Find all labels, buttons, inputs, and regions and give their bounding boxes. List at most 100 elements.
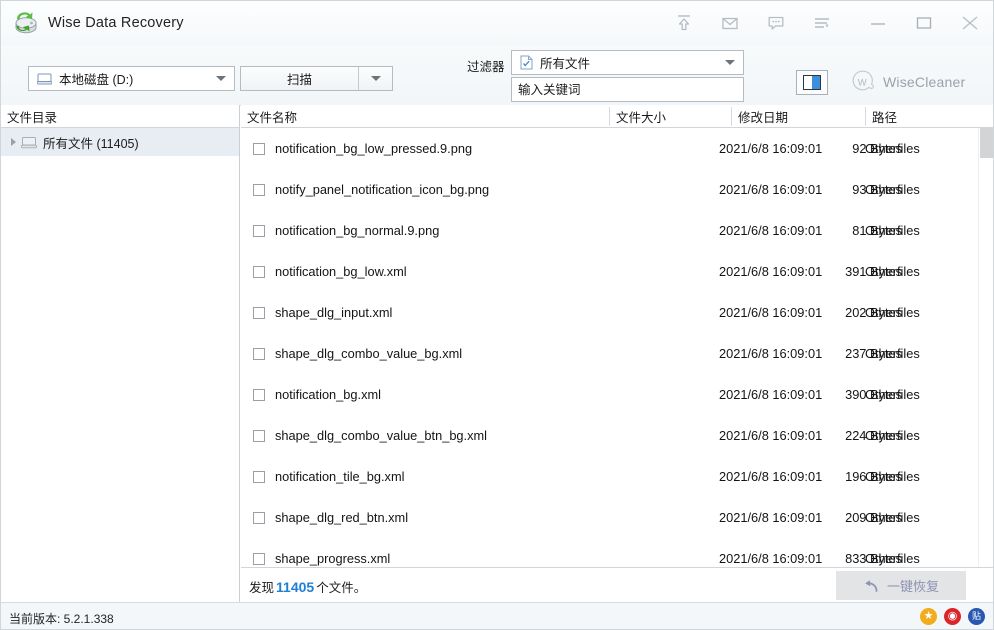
cell-path: Otherfiles bbox=[865, 223, 920, 238]
file-name-label: shape_dlg_combo_value_bg.xml bbox=[275, 346, 462, 361]
cell-modified-date: 2021/6/8 16:09:01 bbox=[719, 182, 822, 197]
sidebar-item-all-files[interactable]: 所有文件 (11405) bbox=[1, 128, 239, 156]
cell-modified-date: 2021/6/8 16:09:01 bbox=[719, 305, 822, 320]
cell-path: Otherfiles bbox=[865, 428, 920, 443]
row-checkbox[interactable] bbox=[253, 266, 265, 278]
keyword-search-input[interactable] bbox=[511, 77, 744, 102]
cell-path: Otherfiles bbox=[865, 182, 920, 197]
table-row[interactable]: shape_dlg_combo_value_bg.xml237 Bytes202… bbox=[241, 333, 993, 374]
row-checkbox[interactable] bbox=[253, 348, 265, 360]
cell-modified-date: 2021/6/8 16:09:01 bbox=[719, 469, 822, 484]
menu-icon[interactable] bbox=[799, 1, 845, 45]
table-row[interactable]: shape_dlg_input.xml202 Bytes2021/6/8 16:… bbox=[241, 292, 993, 333]
cell-path: Otherfiles bbox=[865, 305, 920, 320]
recover-button[interactable]: 一键恢复 bbox=[836, 571, 966, 600]
chevron-down-icon bbox=[216, 76, 226, 81]
cell-file-name: shape_progress.xml bbox=[241, 551, 390, 566]
favorite-star-icon[interactable]: ★ bbox=[920, 608, 937, 625]
close-icon[interactable] bbox=[947, 1, 993, 45]
cell-file-name: notification_bg_normal.9.png bbox=[241, 223, 439, 238]
cell-file-name: notification_bg.xml bbox=[241, 387, 381, 402]
file-name-label: notify_panel_notification_icon_bg.png bbox=[275, 182, 489, 197]
table-row[interactable]: shape_dlg_red_btn.xml209 Bytes2021/6/8 1… bbox=[241, 497, 993, 538]
file-name-label: shape_progress.xml bbox=[275, 551, 390, 566]
cell-modified-date: 2021/6/8 16:09:01 bbox=[719, 223, 822, 238]
weibo-icon-glyph: ◉ bbox=[948, 611, 958, 622]
hard-disk-icon bbox=[37, 72, 52, 85]
file-name-label: notification_bg_low_pressed.9.png bbox=[275, 141, 472, 156]
table-row[interactable]: notification_bg_low_pressed.9.png92 Byte… bbox=[241, 128, 993, 169]
found-prefix: 发现 bbox=[249, 581, 274, 595]
scan-button[interactable]: 扫描 bbox=[241, 67, 358, 90]
cell-path: Otherfiles bbox=[865, 469, 920, 484]
bottom-bar: 当前版本: 5.2.1.338 ★◉贴 bbox=[1, 602, 993, 630]
column-header-name[interactable]: 文件名称 bbox=[241, 105, 609, 127]
row-checkbox[interactable] bbox=[253, 225, 265, 237]
row-checkbox[interactable] bbox=[253, 184, 265, 196]
file-name-label: notification_bg_low.xml bbox=[275, 264, 407, 279]
upgrade-icon[interactable] bbox=[661, 1, 707, 45]
row-checkbox[interactable] bbox=[253, 553, 265, 565]
column-header-size[interactable]: 文件大小 bbox=[610, 105, 731, 127]
row-checkbox[interactable] bbox=[253, 471, 265, 483]
cell-modified-date: 2021/6/8 16:09:01 bbox=[719, 141, 822, 156]
scrollbar-thumb[interactable] bbox=[980, 128, 993, 158]
favorite-star-icon-glyph: ★ bbox=[924, 611, 934, 622]
table-row[interactable]: notification_tile_bg.xml196 Bytes2021/6/… bbox=[241, 456, 993, 497]
column-header-date[interactable]: 修改日期 bbox=[732, 105, 865, 127]
chevron-down-icon bbox=[371, 76, 381, 81]
filter-dropdown-arrow[interactable] bbox=[717, 51, 743, 74]
cell-file-name: shape_dlg_red_btn.xml bbox=[241, 510, 408, 525]
file-name-label: notification_bg_normal.9.png bbox=[275, 223, 439, 238]
tieba-icon-glyph: 贴 bbox=[972, 612, 981, 621]
scan-dropdown-button[interactable] bbox=[358, 67, 392, 90]
drive-dropdown-arrow[interactable] bbox=[208, 67, 234, 90]
minimize-icon[interactable] bbox=[855, 1, 901, 45]
recover-button-label: 一键恢复 bbox=[887, 576, 939, 595]
weibo-icon[interactable]: ◉ bbox=[944, 608, 961, 625]
brand-name: WiseCleaner bbox=[883, 74, 965, 90]
file-name-label: shape_dlg_combo_value_btn_bg.xml bbox=[275, 428, 487, 443]
file-name-label: shape_dlg_red_btn.xml bbox=[275, 510, 408, 525]
app-logo-icon bbox=[13, 10, 39, 36]
drive-label: 本地磁盘 (D:) bbox=[59, 69, 133, 88]
tieba-icon[interactable]: 贴 bbox=[968, 608, 985, 625]
cell-file-name: notification_tile_bg.xml bbox=[241, 469, 404, 484]
row-checkbox[interactable] bbox=[253, 430, 265, 442]
file-name-label: shape_dlg_input.xml bbox=[275, 305, 392, 320]
file-list-scrollbar[interactable] bbox=[978, 128, 993, 578]
row-checkbox[interactable] bbox=[253, 307, 265, 319]
cell-modified-date: 2021/6/8 16:09:01 bbox=[719, 551, 822, 566]
cell-path: Otherfiles bbox=[865, 510, 920, 525]
table-row[interactable]: notification_bg_low.xml391 Bytes2021/6/8… bbox=[241, 251, 993, 292]
scan-button-group: 扫描 bbox=[240, 66, 393, 91]
cell-path: Otherfiles bbox=[865, 264, 920, 279]
file-name-label: notification_bg.xml bbox=[275, 387, 381, 402]
feedback-icon[interactable] bbox=[753, 1, 799, 45]
file-list-rows: notification_bg_low_pressed.9.png92 Byte… bbox=[241, 128, 993, 578]
undo-arrow-icon bbox=[863, 579, 879, 593]
filter-select[interactable]: 所有文件 bbox=[511, 50, 744, 75]
row-checkbox[interactable] bbox=[253, 143, 265, 155]
filter-value: 所有文件 bbox=[540, 53, 590, 72]
mail-icon[interactable] bbox=[707, 1, 753, 45]
sidebar: 文件目录 所有文件 (11405) bbox=[1, 105, 240, 602]
wisecleaner-logo-icon: W bbox=[849, 68, 876, 95]
split-panel-icon bbox=[803, 75, 821, 90]
table-row[interactable]: notify_panel_notification_icon_bg.png93 … bbox=[241, 169, 993, 210]
cell-path: Otherfiles bbox=[865, 387, 920, 402]
row-checkbox[interactable] bbox=[253, 512, 265, 524]
panel-toggle-button[interactable] bbox=[796, 70, 828, 95]
table-row[interactable]: notification_bg.xml390 Bytes2021/6/8 16:… bbox=[241, 374, 993, 415]
found-files-text: 发现11405个文件。 bbox=[249, 577, 366, 596]
column-header-path[interactable]: 路径 bbox=[866, 105, 993, 127]
table-row[interactable]: shape_dlg_combo_value_btn_bg.xml224 Byte… bbox=[241, 415, 993, 456]
table-row[interactable]: notification_bg_normal.9.png81 Bytes2021… bbox=[241, 210, 993, 251]
maximize-icon[interactable] bbox=[901, 1, 947, 45]
social-links: ★ ◉ 贴 bbox=[920, 608, 985, 625]
chevron-right-icon[interactable] bbox=[5, 138, 21, 146]
cell-file-name: shape_dlg_input.xml bbox=[241, 305, 392, 320]
row-checkbox[interactable] bbox=[253, 389, 265, 401]
cell-modified-date: 2021/6/8 16:09:01 bbox=[719, 387, 822, 402]
drive-select[interactable]: 本地磁盘 (D:) bbox=[28, 66, 235, 91]
